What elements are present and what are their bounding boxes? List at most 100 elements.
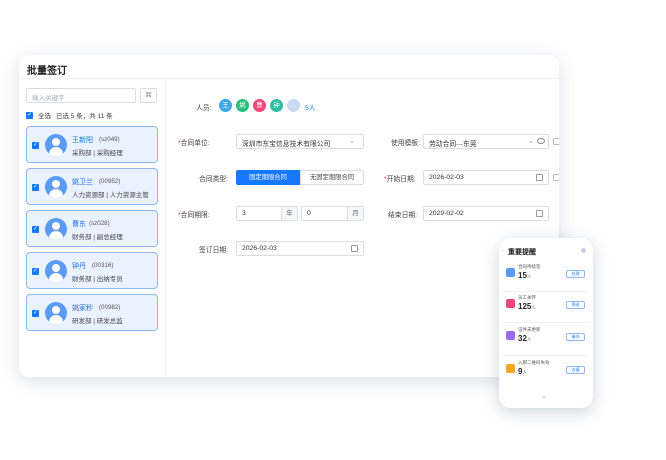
reminder-item[interactable]: 入职二维码失效 9人 去填 [503, 359, 589, 384]
years-unit: 年 [281, 207, 297, 220]
reminder-label: 员工关怀 [518, 295, 536, 300]
employee-role: 人力资源部 | 人力资源主管 [72, 192, 149, 199]
reminder-count: 15人 [518, 271, 532, 280]
employee-role: 财务部 | 副总经理 [72, 234, 123, 241]
employee-name: 王新阳 [72, 137, 93, 144]
select-all-checkbox[interactable]: ✓ [26, 111, 33, 119]
list-item[interactable]: ✓ 王新阳 (sz049) 采购部 | 采购经理 [26, 126, 158, 163]
calendar-icon [351, 245, 358, 252]
reminder-label: 合同待续签 [518, 264, 541, 269]
chevron-down-icon: ⌄ [349, 138, 355, 145]
period-years-input[interactable]: 3 年 [236, 206, 298, 221]
reminder-label: 入职二维码失效 [518, 360, 550, 365]
personnel-count: 5人 [305, 105, 316, 112]
contract-unit-label: *合同单位: [178, 140, 210, 147]
template-value: 劳动合同---东莞 [429, 141, 477, 148]
start-date-value: 2026-02-03 [429, 174, 464, 181]
avatar [45, 260, 67, 282]
period-years-value: 3 [242, 210, 246, 217]
calendar-icon [536, 174, 543, 181]
eye-icon[interactable] [537, 138, 545, 144]
reminder-action-button[interactable]: 催办 [566, 333, 585, 341]
divider [503, 291, 589, 292]
reminder-count: 32人 [518, 334, 532, 343]
selected-summary: 已选 5 条，共 11 条 [56, 113, 113, 120]
filter-button[interactable]: ⌘ [140, 88, 157, 103]
avatar [45, 134, 67, 156]
select-all-label[interactable]: 全选 [38, 110, 51, 120]
employee-code: (00982) [99, 303, 121, 311]
more-personnel-tag[interactable]: ... [287, 99, 300, 112]
personnel-tag[interactable]: 姚 [236, 99, 249, 112]
heart-icon [506, 299, 515, 308]
end-date-label: 结束日期: [388, 212, 418, 219]
contract-date-checkbox[interactable] [553, 174, 559, 181]
contract-period-label: *合同期限: [178, 212, 210, 219]
sign-date-value: 2026-02-03 [242, 245, 277, 252]
contract-unit-select[interactable]: 深圳市东宝信息技术有限公司 ⌄ [236, 134, 364, 149]
employee-name: 曹东 [72, 221, 86, 228]
item-checkbox[interactable]: ✓ [32, 310, 39, 317]
window-title: 批量签订 [27, 66, 67, 77]
employee-code: (00316) [92, 261, 114, 269]
reminder-label: 证件未更新 [518, 327, 541, 332]
employee-name: 钟丹 [72, 263, 86, 270]
list-item[interactable]: ✓ 曹东 (sz028) 财务部 | 副总经理 [26, 210, 158, 247]
chevron-down-icon[interactable]: ⌄ [541, 392, 547, 400]
reminder-phone-card: ‹ 重要提醒 合同待续签 15人 处理 员工关怀 125人 筛选 证件未更新 3… [499, 238, 593, 408]
personnel-tag[interactable]: 曹 [253, 99, 266, 112]
end-date-value: 2029-02-02 [429, 210, 464, 217]
item-checkbox[interactable]: ✓ [32, 142, 39, 149]
id-card-icon [506, 331, 515, 340]
sign-date-label: 签订日期: [199, 247, 229, 254]
filter-icon: ⌘ [145, 92, 152, 99]
reminder-action-button[interactable]: 去填 [566, 366, 585, 374]
employee-name: 姚卫兰 [72, 179, 93, 186]
electronic-checkbox[interactable] [553, 138, 559, 145]
reminder-item[interactable]: 证件未更新 32人 催办 [503, 326, 589, 351]
divider [503, 322, 589, 323]
employee-name: 姚家秒 [72, 305, 93, 312]
item-checkbox[interactable]: ✓ [32, 226, 39, 233]
reminder-count: 9人 [518, 367, 527, 376]
chevron-left-icon[interactable]: ‹ [502, 248, 504, 254]
item-checkbox[interactable]: ✓ [32, 268, 39, 275]
employee-code: (sz049) [99, 135, 120, 143]
end-date-field[interactable]: 2029-02-02 [423, 206, 549, 221]
avatar [45, 302, 67, 324]
qr-code-icon [506, 364, 515, 373]
employee-role: 采购部 | 采购经理 [72, 150, 123, 157]
employee-role: 研发部 | 研发总监 [72, 318, 123, 325]
select-all-row: ✓ 全选 已选 5 条，共 11 条 [26, 110, 113, 120]
batch-sign-window: 批量签订 输入关键字 ⌘ ✓ 全选 已选 5 条，共 11 条 ✓ 王新阳 (s… [19, 55, 559, 377]
divider [503, 355, 589, 356]
reminder-item[interactable]: 员工关怀 125人 筛选 [503, 294, 589, 319]
start-date-field[interactable]: 2026-02-03 [423, 170, 549, 185]
start-date-label: *开始日期: [384, 176, 416, 183]
contract-icon [506, 268, 515, 277]
list-item[interactable]: ✓ 钟丹 (00316) 财务部 | 出纳专员 [26, 252, 158, 289]
reminder-item[interactable]: 合同待续签 15人 处理 [503, 263, 589, 288]
period-months-value: 0 [307, 210, 311, 217]
reminder-title: 重要提醒 [508, 249, 536, 256]
search-input[interactable]: 输入关键字 [26, 88, 136, 103]
open-term-option[interactable]: 无固定期限合同 [300, 170, 364, 185]
employee-code: (00952) [99, 177, 121, 185]
template-select[interactable]: 劳动合同---东莞 ⌄ [423, 134, 549, 149]
list-item[interactable]: ✓ 姚卫兰 (00952) 人力资源部 | 人力资源主管 [26, 168, 158, 205]
avatar [45, 218, 67, 240]
fixed-term-option[interactable]: 固定期限合同 [236, 170, 300, 185]
reminder-count: 125人 [518, 302, 536, 311]
avatar [45, 176, 67, 198]
sign-date-field[interactable]: 2026-02-03 [236, 241, 364, 256]
list-item[interactable]: ✓ 姚家秒 (00982) 研发部 | 研发总监 [26, 294, 158, 331]
period-months-input[interactable]: 0 月 [301, 206, 364, 221]
reminder-action-button[interactable]: 筛选 [566, 301, 585, 309]
employee-code: (sz028) [89, 219, 110, 227]
personnel-tag[interactable]: 钟 [270, 99, 283, 112]
item-checkbox[interactable]: ✓ [32, 184, 39, 191]
personnel-tag[interactable]: 王 [219, 99, 232, 112]
reminder-action-button[interactable]: 处理 [566, 270, 585, 278]
more-dot-icon[interactable] [581, 248, 586, 253]
personnel-label: 人员: [196, 105, 212, 112]
